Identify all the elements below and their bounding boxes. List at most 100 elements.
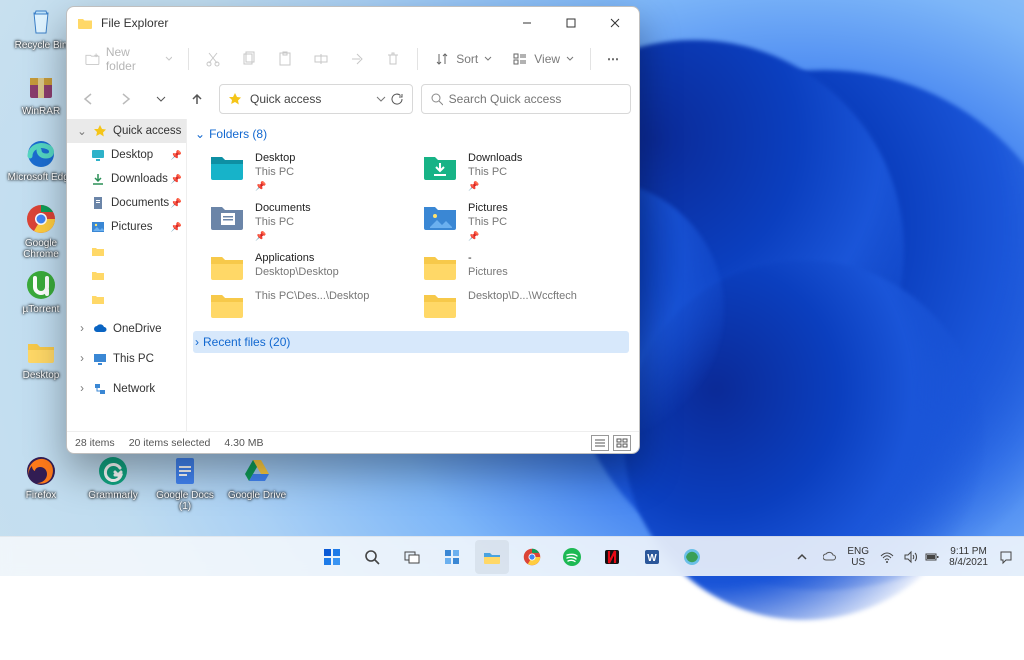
desktop-icon-firefox[interactable]: Firefox <box>6 454 76 514</box>
titlebar[interactable]: File Explorer <box>67 7 639 39</box>
close-button[interactable] <box>593 8 637 38</box>
taskbar-netflix-button[interactable] <box>595 540 629 574</box>
desktop-icon-gdrive[interactable]: Google Drive <box>222 454 292 514</box>
desktop-icon-label: WinRAR <box>22 106 60 117</box>
pictures-icon <box>91 220 105 234</box>
taskbar-spotify-button[interactable] <box>555 540 589 574</box>
sort-button[interactable]: Sort <box>426 44 500 74</box>
folder-icon <box>209 289 245 319</box>
clock-time: 9:11 PM <box>950 546 987 557</box>
taskbar-word-button[interactable]: W <box>635 540 669 574</box>
share-button[interactable] <box>341 44 373 74</box>
sidebar-item-documents[interactable]: Documents📌 <box>67 191 186 215</box>
folder-item[interactable]: Desktop\D...\Wccftech <box>420 287 623 321</box>
nav-recent-button[interactable] <box>147 85 175 113</box>
sidebar-label: Network <box>113 383 155 395</box>
folder-path: This PC <box>255 165 295 179</box>
nav-up-button[interactable] <box>183 85 211 113</box>
clock[interactable]: 9:11 PM 8/4/2021 <box>949 546 988 568</box>
tray-overflow-button[interactable] <box>791 540 813 574</box>
taskbar-chrome-button[interactable] <box>515 540 549 574</box>
language-indicator[interactable]: ENG US <box>847 546 869 568</box>
sidebar-label: Quick access <box>113 125 181 137</box>
widgets-button[interactable] <box>435 540 469 574</box>
taskbar-search-button[interactable] <box>355 540 389 574</box>
taskbar-app-button[interactable] <box>675 540 709 574</box>
folder-name: - <box>468 251 508 265</box>
onedrive-tray-icon[interactable] <box>823 550 837 564</box>
chevron-right-icon: › <box>77 353 87 365</box>
sidebar-item-folder[interactable] <box>67 263 186 287</box>
address-location: Quick access <box>250 92 321 106</box>
paste-button[interactable] <box>269 44 301 74</box>
volume-icon[interactable] <box>903 550 917 564</box>
folder-path: This PC\Des...\Desktop <box>255 289 369 303</box>
battery-icon[interactable] <box>925 550 939 564</box>
group-recent-header[interactable]: › Recent files (20) <box>193 331 629 353</box>
task-view-button[interactable] <box>395 540 429 574</box>
desktop-icon-label: Google Docs (1) <box>150 490 220 512</box>
nav-back-button[interactable] <box>75 85 103 113</box>
chevron-down-icon[interactable] <box>376 94 386 104</box>
taskbar: W ENG US 9:11 PM 8/4/2021 <box>0 536 1024 576</box>
group-folders-header[interactable]: ⌄ Folders (8) <box>193 123 629 145</box>
delete-button[interactable] <box>377 44 409 74</box>
rename-button[interactable] <box>305 44 337 74</box>
address-bar[interactable]: Quick access <box>219 84 413 114</box>
sidebar-item-folder[interactable] <box>67 287 186 311</box>
more-button[interactable]: ⋯ <box>599 44 629 74</box>
status-bar: 28 items 20 items selected 4.30 MB <box>67 431 639 453</box>
start-button[interactable] <box>315 540 349 574</box>
system-tray: ENG US 9:11 PM 8/4/2021 <box>791 540 1024 574</box>
sidebar-item-pictures[interactable]: Pictures📌 <box>67 215 186 239</box>
wifi-icon[interactable] <box>879 550 895 564</box>
view-label: View <box>534 52 560 66</box>
folder-icon <box>422 289 458 319</box>
refresh-icon[interactable] <box>390 92 404 106</box>
folder-item[interactable]: PicturesThis PC📌 <box>420 199 623 245</box>
desktop-icon-gdocs[interactable]: Google Docs (1) <box>150 454 220 514</box>
sort-label: Sort <box>456 52 478 66</box>
pin-icon: 📌 <box>468 179 522 193</box>
sidebar-item-folder[interactable] <box>67 239 186 263</box>
copy-icon <box>241 51 257 67</box>
folder-icon <box>91 268 105 282</box>
folder-icon <box>422 251 458 281</box>
folder-item[interactable]: DocumentsThis PC📌 <box>207 199 410 245</box>
copy-button[interactable] <box>233 44 265 74</box>
details-view-button[interactable] <box>591 435 609 451</box>
taskbar-explorer-button[interactable] <box>475 540 509 574</box>
desktop-icon-grammarly[interactable]: Grammarly <box>78 454 148 514</box>
folder-path: This PC <box>468 215 508 229</box>
nav-forward-button[interactable] <box>111 85 139 113</box>
desktop-icon <box>91 148 105 162</box>
notifications-button[interactable] <box>998 549 1014 565</box>
sidebar-network[interactable]: › Network <box>67 377 186 401</box>
chevron-right-icon: › <box>77 383 87 395</box>
sidebar-item-label: Pictures <box>111 221 153 233</box>
folder-item[interactable]: DownloadsThis PC📌 <box>420 149 623 195</box>
delete-icon <box>385 51 401 67</box>
download-icon <box>91 172 105 186</box>
sidebar-onedrive[interactable]: ›OneDrive <box>67 317 186 341</box>
cut-button[interactable] <box>197 44 229 74</box>
sidebar-thispc[interactable]: ›This PC <box>67 347 186 371</box>
sidebar-item-downloads[interactable]: Downloads📌 <box>67 167 186 191</box>
folder-item[interactable]: This PC\Des...\Desktop <box>207 287 410 321</box>
lang-bot: US <box>851 557 865 568</box>
group-recent-label: Recent files (20) <box>203 335 290 349</box>
folder-item[interactable]: DesktopThis PC📌 <box>207 149 410 195</box>
document-icon <box>91 196 105 210</box>
new-folder-button[interactable]: New folder <box>77 44 180 74</box>
folder-icon <box>209 251 245 281</box>
minimize-button[interactable] <box>505 8 549 38</box>
folder-item[interactable]: -Pictures <box>420 249 623 283</box>
sidebar-quick-access[interactable]: ⌄ Quick access <box>67 119 186 143</box>
search-box[interactable] <box>421 84 631 114</box>
maximize-button[interactable] <box>549 8 593 38</box>
folder-item[interactable]: ApplicationsDesktop\Desktop <box>207 249 410 283</box>
search-input[interactable] <box>449 92 622 106</box>
sidebar-item-desktop[interactable]: Desktop📌 <box>67 143 186 167</box>
tiles-view-button[interactable] <box>613 435 631 451</box>
view-button[interactable]: View <box>504 44 582 74</box>
